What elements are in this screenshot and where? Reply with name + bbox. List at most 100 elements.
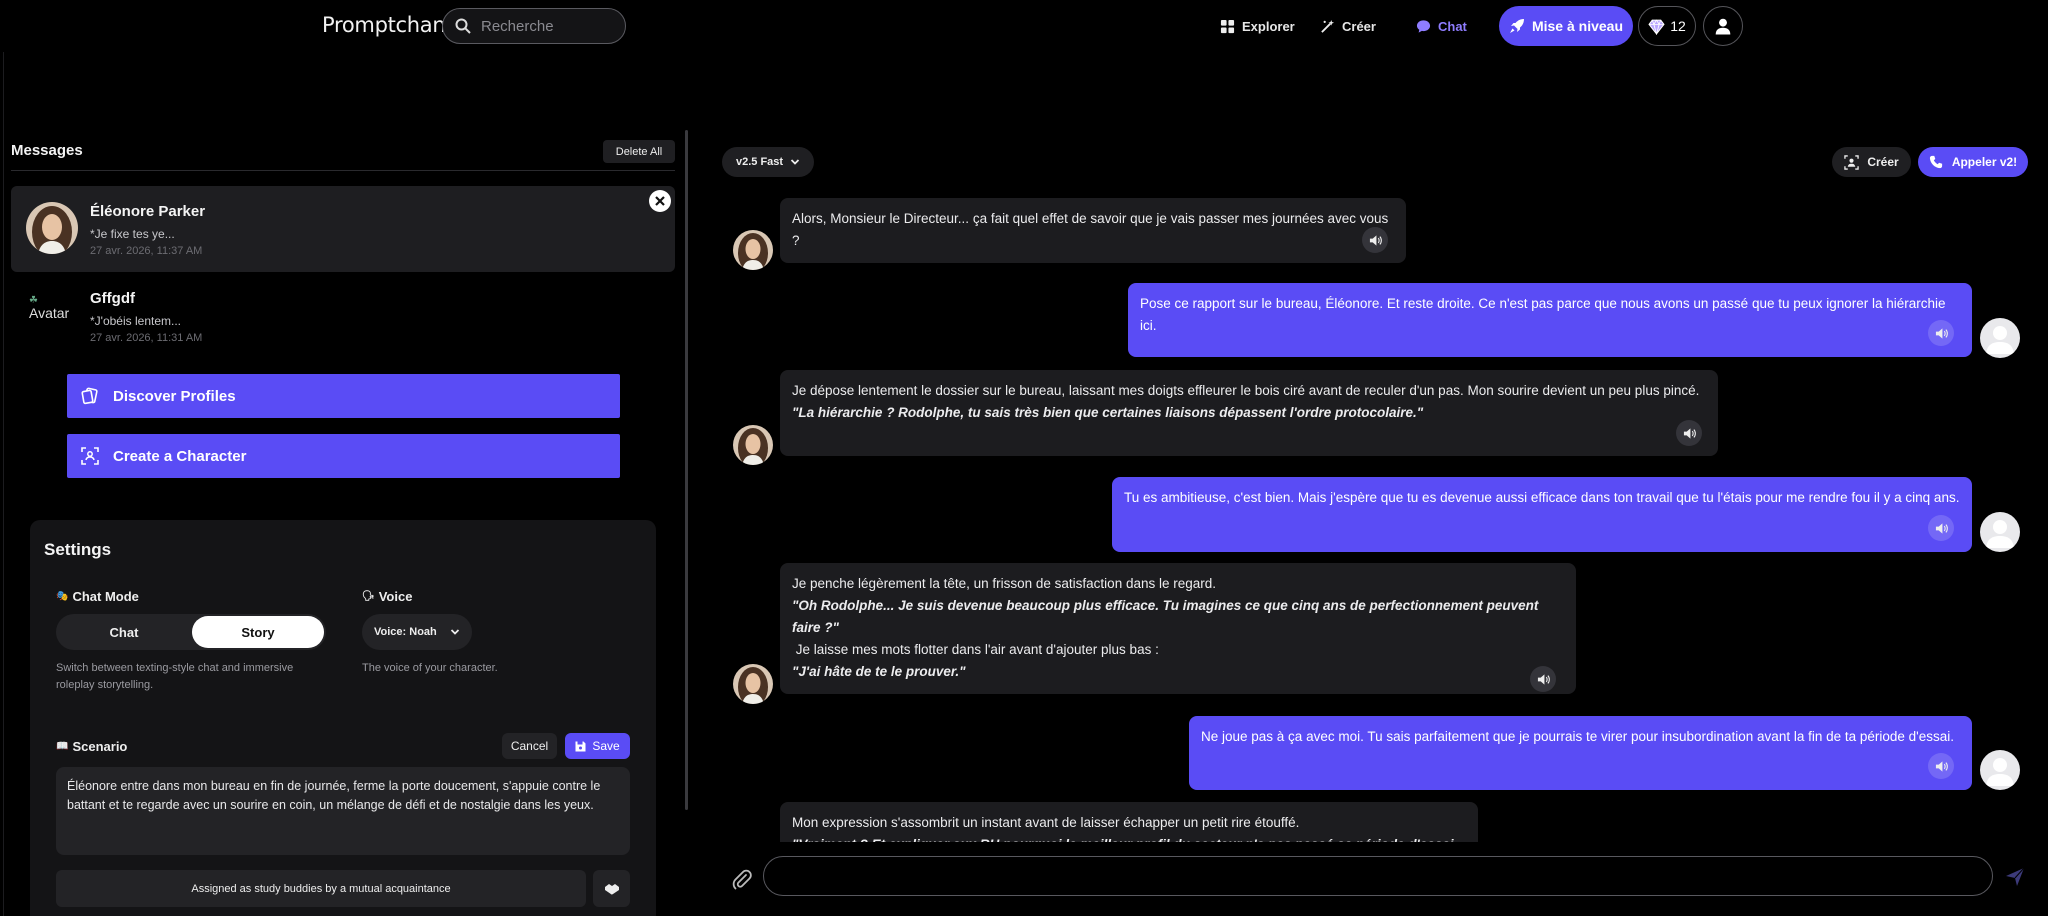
- user-avatar: [1980, 318, 2020, 358]
- speaker-icon: [1683, 427, 1696, 439]
- nav-explore[interactable]: Explorer: [1220, 14, 1295, 38]
- handshake-icon: [604, 883, 619, 894]
- grid-icon: [1220, 19, 1235, 33]
- bot-message: Je dépose lentement le dossier sur le bu…: [780, 370, 1718, 456]
- avatar-alt-text: Avatar: [29, 305, 70, 321]
- message-line: Mon expression s'assombrit un instant av…: [792, 815, 1300, 830]
- sidebar-scrollbar[interactable]: [685, 130, 688, 810]
- delete-all-button[interactable]: Delete All: [603, 140, 675, 163]
- call-button[interactable]: Appeler v2!: [1918, 147, 2028, 177]
- phone-icon: [1929, 155, 1942, 169]
- wand-icon: [1321, 19, 1335, 33]
- play-audio-button[interactable]: [1530, 666, 1556, 692]
- mode-story-option[interactable]: Story: [192, 616, 324, 648]
- call-label: Appeler v2!: [1951, 155, 2018, 169]
- speaker-icon: [1935, 760, 1948, 772]
- save-button[interactable]: Save: [565, 733, 630, 759]
- discover-profiles-label: Discover Profiles: [113, 387, 236, 405]
- send-icon[interactable]: [2004, 866, 2026, 888]
- model-value: v2.5 Fast: [736, 156, 784, 168]
- chat-mode-help: Switch between texting-style chat and im…: [56, 662, 294, 691]
- message-line: Tu es ambitieuse, c'est bien. Mais j'esp…: [1124, 490, 1960, 505]
- avatar: ☘ Avatar: [29, 295, 70, 322]
- play-audio-button[interactable]: [1928, 515, 1954, 541]
- character-avatar: [733, 230, 773, 270]
- chevron-down-icon: [450, 629, 460, 635]
- voice-select[interactable]: Voice: Noah: [362, 614, 472, 650]
- nav-create[interactable]: Créer: [1320, 14, 1376, 38]
- conversation-item[interactable]: Éléonore Parker *Je fixe tes ye... 27 av…: [11, 186, 675, 272]
- play-audio-button[interactable]: [1676, 420, 1702, 446]
- speaking-head-icon: 🗣: [362, 591, 375, 602]
- conversation-item[interactable]: ☘ Avatar Gffgdf *J'obéis lentem... 27 avr…: [11, 273, 675, 359]
- message-quote: "J'ai hâte de te le prouver.": [792, 664, 966, 679]
- conversation-name: Gffgdf: [90, 290, 135, 307]
- gems-counter[interactable]: 12: [1638, 6, 1696, 46]
- conversation-time: 27 avr. 2026, 11:37 AM: [90, 245, 203, 257]
- voice-label-text: Voice: [378, 589, 413, 604]
- conversation-snippet: *Je fixe tes ye...: [90, 227, 175, 241]
- search-input[interactable]: [481, 17, 611, 35]
- speaker-icon: [1935, 327, 1948, 339]
- discover-profiles-button[interactable]: Discover Profiles: [67, 374, 620, 418]
- relationship-button[interactable]: [593, 870, 630, 907]
- chat-mode-label: 🎭 Chat Mode: [56, 589, 139, 604]
- search-box[interactable]: [442, 8, 626, 44]
- upgrade-button[interactable]: Mise à niveau: [1499, 6, 1633, 46]
- bot-message: Mon expression s'assombrit un instant av…: [780, 802, 1478, 842]
- message-quote: "Oh Rodolphe... Je suis devenue beaucoup…: [792, 598, 1539, 635]
- mode-chat-option[interactable]: Chat: [58, 616, 190, 648]
- close-conversation-button[interactable]: [649, 190, 671, 212]
- chat-mode-label-text: Chat Mode: [72, 589, 139, 604]
- speaker-icon: [1935, 522, 1948, 534]
- avatar: [26, 202, 78, 254]
- cancel-button[interactable]: Cancel: [502, 733, 557, 759]
- create-character-label: Create a Character: [113, 447, 247, 465]
- conversation-name: Éléonore Parker: [90, 203, 206, 220]
- nav-create-label: Créer: [1342, 18, 1376, 34]
- create-character-button[interactable]: Create a Character: [67, 434, 620, 478]
- message-input[interactable]: [763, 856, 1993, 896]
- chat-bubble-icon: [1416, 19, 1431, 33]
- settings-panel: Settings 🎭 Chat Mode Chat Story Switch be…: [30, 520, 656, 916]
- chat-create-button[interactable]: Créer: [1832, 147, 1911, 177]
- nav-chat[interactable]: Chat: [1416, 14, 1467, 38]
- user-message: Ne joue pas à ça avec moi. Tu sais parfa…: [1189, 716, 1972, 790]
- chat-mode-toggle[interactable]: Chat Story: [56, 614, 326, 650]
- scan-icon: [81, 447, 99, 465]
- masks-icon: 🎭: [56, 591, 69, 602]
- message-line: Ne joue pas à ça avec moi. Tu sais parfa…: [1201, 729, 1955, 744]
- nav-explore-label: Explorer: [1242, 18, 1295, 34]
- play-audio-button[interactable]: [1928, 320, 1954, 346]
- divider: [11, 170, 675, 171]
- search-icon: [455, 18, 471, 34]
- top-navbar: Promptchan Explorer Créer Chat Mise à ni…: [0, 0, 2048, 52]
- messages-title: Messages: [11, 142, 83, 159]
- message-line: Je penche légèrement la tête, un frisson…: [792, 576, 1217, 591]
- character-avatar: [733, 425, 773, 465]
- user-avatar: [1980, 750, 2020, 790]
- paperclip-icon[interactable]: [730, 868, 754, 892]
- message-quote: "Vraiment ? Et expliquer aux RH pourquoi…: [792, 834, 1466, 842]
- chevron-down-icon: [790, 159, 800, 165]
- user-message: Tu es ambitieuse, c'est bien. Mais j'esp…: [1112, 477, 1972, 552]
- user-avatar: [1980, 512, 2020, 552]
- voice-value: Voice: Noah: [374, 626, 437, 638]
- voice-label: 🗣 Voice: [362, 589, 412, 604]
- scenario-textarea[interactable]: Éléonore entre dans mon bureau en fin de…: [56, 767, 630, 855]
- message-line: Pose ce rapport sur le bureau, Éléonore.…: [1140, 296, 1946, 333]
- gems-count: 12: [1670, 18, 1686, 34]
- chat-messages[interactable]: Alors, Monsieur le Directeur... ça fait …: [722, 190, 2028, 842]
- profile-button[interactable]: [1703, 6, 1743, 46]
- conversation-time: 27 avr. 2026, 11:31 AM: [90, 332, 203, 344]
- cards-icon: [81, 387, 98, 405]
- model-select[interactable]: v2.5 Fast: [722, 147, 814, 177]
- character-avatar: [733, 664, 773, 704]
- play-audio-button[interactable]: [1362, 227, 1388, 253]
- rocket-icon: [1509, 19, 1524, 33]
- upgrade-label: Mise à niveau: [1531, 18, 1624, 34]
- play-audio-button[interactable]: [1928, 753, 1954, 779]
- settings-title: Settings: [44, 540, 112, 559]
- relationship-field[interactable]: Assigned as study buddies by a mutual ac…: [56, 870, 586, 907]
- logo[interactable]: Promptchan: [322, 13, 446, 37]
